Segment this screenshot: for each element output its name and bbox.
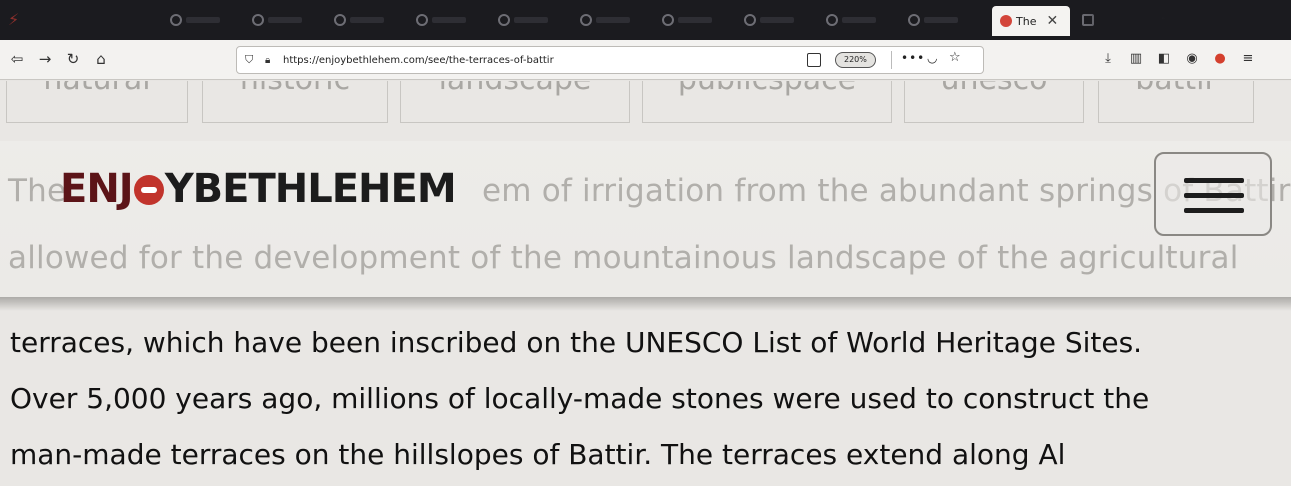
home-icon[interactable]: ⌂ (92, 50, 110, 68)
smiley-icon (133, 175, 164, 205)
logo-text-bethlehem: YBETHLEHEM (164, 166, 457, 212)
addon-red-icon[interactable]: ● (1212, 51, 1228, 66)
header-shadow (0, 297, 1291, 311)
tag-landscape[interactable]: landscape (400, 81, 630, 123)
tab-active[interactable]: The ✕ (992, 6, 1070, 36)
tag-publicspace[interactable]: publicspace (642, 81, 892, 123)
tag-list: natural historic landscape publicspace u… (0, 81, 1291, 125)
tab-background-1[interactable] (170, 8, 220, 32)
tab-favicon-icon (580, 14, 592, 26)
hamburger-menu-button[interactable] (1154, 152, 1272, 236)
tab-favicon-icon (170, 14, 182, 26)
library-icon[interactable]: ▥ (1128, 51, 1144, 66)
tab-favicon-icon (826, 14, 838, 26)
faded-text-start: The (8, 173, 67, 209)
faded-text-line-2: allowed for the development of the mount… (8, 240, 1239, 276)
tab-title: The (1016, 14, 1037, 28)
tab-favicon-icon (498, 14, 510, 26)
reload-icon[interactable]: ↻ (64, 50, 82, 68)
article-line: terraces, which have been inscribed on t… (10, 326, 1143, 359)
firefox-view-icon[interactable]: ⚡ (8, 10, 19, 29)
reader-view-icon[interactable] (807, 53, 821, 67)
url-bar-divider (891, 51, 892, 69)
tab-background-3[interactable] (334, 8, 384, 32)
tab-background-4[interactable] (416, 8, 466, 32)
tab-favicon-icon (252, 14, 264, 26)
article-line: Over 5,000 years ago, millions of locall… (10, 382, 1150, 415)
extension-icon[interactable]: ◉ (1184, 51, 1200, 66)
tab-favicon-icon (1000, 15, 1012, 27)
logo-text-enjoy: ENJ (60, 166, 134, 212)
overflow-menu-icon[interactable]: ≡ (1240, 51, 1256, 66)
zoom-level-badge[interactable]: 220% (835, 52, 876, 68)
tab-favicon-icon (334, 14, 346, 26)
tab-background-10[interactable] (908, 8, 958, 32)
downloads-icon[interactable]: ⤓ (1100, 51, 1116, 66)
tab-background-9[interactable] (826, 8, 876, 32)
pocket-icon[interactable]: ◡ (927, 51, 937, 65)
sidebar-icon[interactable]: ◧ (1156, 51, 1172, 66)
article-body: terraces, which have been inscribed on t… (10, 315, 1285, 483)
tag-natural[interactable]: natural (6, 81, 188, 123)
tag-historic[interactable]: historic (202, 81, 388, 123)
tab-background-2[interactable] (252, 8, 302, 32)
navigation-toolbar: ⇦ → ↻ ⌂ ⛉ 🔒︎ https://enjoybethlehem.com/… (0, 40, 1291, 80)
site-logo[interactable]: ENJ YBETHLEHEM (60, 166, 457, 212)
tracking-protection-shield-icon[interactable]: ⛉ (245, 53, 259, 67)
tab-background-8[interactable] (744, 8, 794, 32)
tab-background-5[interactable] (498, 8, 548, 32)
tab-strip: ⚡ The ✕ + (0, 0, 1291, 40)
page-actions-more-icon[interactable]: ••• (901, 51, 925, 65)
bookmark-star-icon[interactable]: ☆ (949, 50, 961, 65)
tab-favicon-icon (416, 14, 428, 26)
tab-background-7[interactable] (662, 8, 712, 32)
web-page: natural historic landscape publicspace u… (0, 81, 1291, 486)
tab-favicon-icon (744, 14, 756, 26)
back-arrow-icon[interactable]: ⇦ (8, 50, 26, 68)
article-line: man-made terraces on the hillslopes of B… (10, 438, 1066, 471)
tag-unesco[interactable]: unesco (904, 81, 1084, 123)
tab-favicon-icon (662, 14, 674, 26)
url-text[interactable]: https://enjoybethlehem.com/see/the-terra… (283, 55, 554, 66)
close-tab-icon[interactable]: ✕ (1046, 13, 1058, 29)
forward-arrow-icon[interactable]: → (36, 50, 54, 68)
lock-icon[interactable]: 🔒︎ (265, 55, 281, 66)
url-bar[interactable]: ⛉ 🔒︎ https://enjoybethlehem.com/see/the-… (236, 46, 984, 74)
sticky-header (0, 141, 1291, 301)
tab-background-6[interactable] (580, 8, 630, 32)
tab-favicon-icon (908, 14, 920, 26)
tag-battir[interactable]: battir (1098, 81, 1254, 123)
hamburger-menu-icon (1184, 178, 1244, 183)
